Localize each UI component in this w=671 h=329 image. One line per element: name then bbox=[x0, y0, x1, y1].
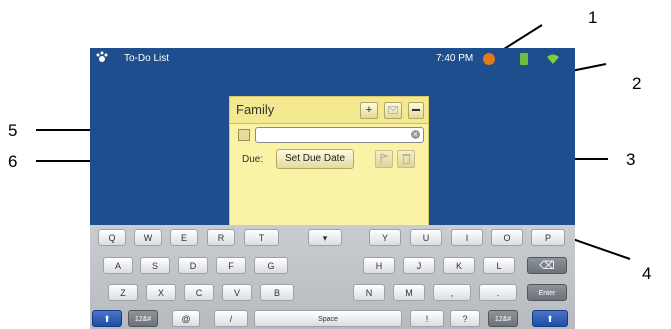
shift-icon: ⬆ bbox=[103, 314, 111, 324]
app-title: To-Do List bbox=[124, 53, 170, 64]
minus-icon bbox=[412, 109, 420, 111]
enter-key[interactable]: Enter bbox=[527, 284, 567, 301]
key-k[interactable]: K bbox=[443, 257, 475, 274]
clock: 7:40 PM bbox=[436, 53, 473, 64]
add-task-button[interactable]: + bbox=[360, 102, 378, 119]
key-c[interactable]: C bbox=[184, 284, 214, 301]
note-header: Family + bbox=[230, 97, 428, 124]
backspace-key[interactable]: ⌫ bbox=[527, 257, 567, 274]
clear-icon: × bbox=[413, 130, 418, 139]
key-slash[interactable]: / bbox=[214, 310, 248, 327]
key-m[interactable]: M bbox=[393, 284, 425, 301]
key-j[interactable]: J bbox=[403, 257, 435, 274]
app-logo-icon bbox=[96, 51, 108, 62]
trash-icon bbox=[401, 154, 411, 164]
clear-text-button[interactable]: × bbox=[411, 130, 420, 139]
set-due-date-button[interactable]: Set Due Date bbox=[276, 149, 354, 169]
plus-icon: + bbox=[365, 104, 373, 116]
annotation-4: 4 bbox=[642, 264, 652, 283]
annotation-3: 3 bbox=[626, 150, 636, 169]
delete-button[interactable] bbox=[397, 150, 415, 168]
clock-suffix: PM bbox=[458, 53, 474, 64]
key-x[interactable]: X bbox=[146, 284, 176, 301]
notification-icon bbox=[483, 53, 495, 65]
key-exclamation[interactable]: ! bbox=[410, 310, 444, 327]
key-comma[interactable]: , bbox=[433, 284, 471, 301]
annotation-1: 1 bbox=[588, 8, 598, 27]
key-r[interactable]: R bbox=[207, 229, 235, 246]
wifi-icon bbox=[547, 54, 559, 64]
key-a[interactable]: A bbox=[103, 257, 133, 274]
symbols-key-right[interactable]: 12&# bbox=[488, 310, 518, 327]
key-question[interactable]: ? bbox=[450, 310, 480, 327]
space-key[interactable]: Space bbox=[254, 310, 402, 327]
key-z[interactable]: Z bbox=[108, 284, 138, 301]
key-i[interactable]: I bbox=[451, 229, 483, 246]
key-e[interactable]: E bbox=[170, 229, 198, 246]
flag-icon bbox=[380, 153, 390, 163]
key-o[interactable]: O bbox=[491, 229, 523, 246]
key-v[interactable]: V bbox=[222, 284, 252, 301]
due-label: Due: bbox=[242, 154, 264, 165]
key-s[interactable]: S bbox=[140, 257, 170, 274]
shift-key-right[interactable]: ⬆ bbox=[532, 310, 568, 327]
email-button[interactable] bbox=[384, 102, 402, 119]
note-title: Family bbox=[236, 102, 275, 117]
task-checkbox[interactable] bbox=[238, 129, 250, 141]
annotation-2: 2 bbox=[632, 74, 642, 93]
flag-button[interactable] bbox=[375, 150, 393, 168]
key-at[interactable]: @ bbox=[172, 310, 200, 327]
task-input[interactable]: × bbox=[255, 127, 424, 143]
key-h[interactable]: H bbox=[363, 257, 395, 274]
key-q[interactable]: Q bbox=[98, 229, 126, 246]
key-u[interactable]: U bbox=[410, 229, 442, 246]
hide-keyboard-icon: ▾ bbox=[322, 233, 328, 243]
hide-keyboard-key[interactable]: ▾ bbox=[308, 229, 342, 246]
status-bar: To-Do List 7:40 PM bbox=[90, 48, 575, 70]
key-p[interactable]: P bbox=[531, 229, 565, 246]
annotation-6: 6 bbox=[8, 152, 18, 171]
key-l[interactable]: L bbox=[483, 257, 515, 274]
backspace-icon: ⌫ bbox=[539, 260, 555, 272]
key-t[interactable]: T bbox=[244, 229, 279, 246]
key-period[interactable]: . bbox=[479, 284, 517, 301]
envelope-icon bbox=[388, 106, 398, 114]
key-b[interactable]: B bbox=[260, 284, 294, 301]
symbols-key-left[interactable]: 12&# bbox=[128, 310, 158, 327]
on-screen-keyboard: Q W E R T ▾ Y U I O P A S D F G H J K L … bbox=[90, 225, 575, 329]
key-n[interactable]: N bbox=[353, 284, 385, 301]
device-screen: To-Do List 7:40 PM Family + × Due: Set D… bbox=[90, 48, 575, 329]
shift-icon: ⬆ bbox=[546, 314, 554, 324]
key-d[interactable]: D bbox=[178, 257, 208, 274]
clock-time: 7:40 bbox=[436, 53, 456, 64]
key-y[interactable]: Y bbox=[369, 229, 401, 246]
minimize-button[interactable] bbox=[408, 102, 424, 119]
shift-key-left[interactable]: ⬆ bbox=[92, 310, 122, 327]
key-f[interactable]: F bbox=[216, 257, 246, 274]
annotation-5: 5 bbox=[8, 121, 18, 140]
key-w[interactable]: W bbox=[134, 229, 162, 246]
battery-icon bbox=[520, 53, 528, 65]
key-g[interactable]: G bbox=[254, 257, 288, 274]
